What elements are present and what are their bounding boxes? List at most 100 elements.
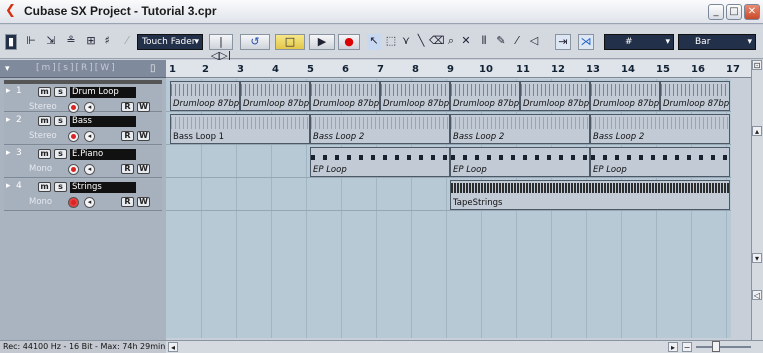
track-name[interactable]: Strings — [70, 182, 136, 193]
collapse-icon[interactable]: ▾ — [5, 64, 10, 74]
horizontal-scrollbar[interactable]: ◂ ▸ − — [166, 340, 763, 353]
audio-event-drumloop[interactable]: Drumloop 87bpm — [660, 81, 730, 111]
track-expand-icon[interactable]: ▸ — [6, 86, 11, 96]
global-track-buttons[interactable]: [m][s][R][W] — [36, 63, 117, 73]
solo-button[interactable]: s — [54, 149, 67, 159]
snap-button[interactable]: ⋊ — [578, 34, 594, 50]
scroll-right-icon[interactable]: ▸ — [668, 342, 678, 352]
mute-tool-icon[interactable]: ✕ — [459, 34, 473, 50]
monitor-button[interactable]: ◂ — [84, 131, 95, 142]
monitor-button[interactable]: ◂ — [84, 197, 95, 208]
record-enable-button[interactable] — [68, 164, 79, 175]
midi-part-ep-loop[interactable]: EP Loop — [450, 147, 590, 177]
write-automation-button[interactable]: W — [137, 102, 150, 112]
audio-event-drumloop[interactable]: Drumloop 87bpm — [310, 81, 380, 111]
track-4[interactable]: ▸ 4 m s Strings Mono ◂ R W — [4, 179, 162, 211]
draw-tool-icon[interactable]: ✎ — [494, 34, 508, 50]
glue-tool-icon[interactable]: ╲ — [414, 34, 428, 50]
speaker-tool-icon[interactable]: ◁ — [526, 34, 542, 50]
record-enable-button[interactable] — [68, 131, 79, 142]
close-button[interactable]: ✕ — [744, 4, 760, 20]
read-automation-button[interactable]: R — [121, 197, 134, 207]
record-button[interactable]: ● — [338, 34, 360, 50]
midi-part-ep-loop[interactable]: EP Loop — [310, 147, 450, 177]
write-automation-button[interactable]: W — [137, 197, 150, 207]
inspector-toggle-button[interactable]: ▮ — [5, 34, 17, 50]
play-button[interactable]: ▶ — [309, 34, 335, 50]
eraser-tool-icon[interactable]: ⌫ — [429, 34, 445, 50]
cycle-button[interactable]: ↺ — [240, 34, 270, 50]
maximize-button[interactable]: □ — [726, 4, 742, 20]
vertical-scrollbar[interactable]: ⊡ ▴ ▾ ◁ — [751, 60, 763, 340]
zoom-out-icon[interactable]: − — [682, 342, 692, 352]
solo-button[interactable]: s — [54, 87, 67, 97]
read-automation-button[interactable]: R — [121, 102, 134, 112]
minimize-button[interactable]: _ — [708, 4, 724, 20]
audio-event-tapestrings[interactable]: TapeStrings — [450, 180, 730, 210]
track-expand-icon[interactable]: ▸ — [6, 148, 11, 158]
midi-part-ep-loop[interactable]: EP Loop — [590, 147, 730, 177]
timeline-ruler[interactable]: 1 2 3 4 5 6 7 8 9 10 11 12 13 14 15 16 1… — [166, 60, 751, 78]
track-name[interactable]: Bass — [70, 116, 136, 127]
go-to-start-button[interactable]: |◁▷| — [209, 34, 233, 62]
track-channel: Mono — [29, 164, 53, 174]
mute-button[interactable]: m — [38, 116, 51, 126]
track-list-options-icon[interactable]: ▯ — [150, 63, 156, 74]
audio-event-drumloop[interactable]: Drumloop 87bpm — [520, 81, 590, 111]
scroll-down-icon[interactable]: ▾ — [752, 253, 762, 263]
audio-event-drumloop[interactable]: Drumloop 87bpm — [240, 81, 310, 111]
filter-icon[interactable]: ⇲ — [42, 34, 60, 50]
track-name[interactable]: Drum Loop — [70, 87, 136, 98]
grid-type-select[interactable]: # ▾ — [604, 34, 674, 50]
link-icon[interactable]: ≗ — [62, 34, 80, 50]
solo-button[interactable]: s — [54, 116, 67, 126]
monitor-button[interactable]: ◂ — [84, 164, 95, 175]
write-automation-button[interactable]: W — [137, 131, 150, 141]
midi-part-bass-loop-1[interactable]: Bass Loop 1 — [170, 114, 310, 144]
timewarp-tool-icon[interactable]: ⦀ — [475, 34, 493, 50]
audio-event-drumloop[interactable]: Drumloop 87bpm — [380, 81, 450, 111]
read-automation-button[interactable]: R — [121, 131, 134, 141]
editor-icon[interactable]: ⊞ — [82, 34, 100, 50]
mute-button[interactable]: m — [38, 149, 51, 159]
zoom-slider-handle[interactable] — [712, 341, 720, 352]
track-2[interactable]: ▸ 2 m s Bass Stereo ◂ R W — [4, 113, 162, 145]
ruler-options-icon[interactable]: ⊡ — [752, 60, 762, 70]
dropdown-arrow-icon: ▾ — [747, 37, 752, 47]
quantize-select[interactable]: Bar ▾ — [678, 34, 756, 50]
scroll-left-icon[interactable]: ◂ — [168, 342, 178, 352]
track-1[interactable]: ▸ 1 m s Drum Loop Stereo ◂ R W — [4, 80, 162, 113]
line-tool-icon[interactable]: ⁄ — [510, 34, 524, 50]
mute-button[interactable]: m — [38, 87, 51, 97]
track-expand-icon[interactable]: ▸ — [6, 181, 11, 191]
midi-part-bass-loop-2[interactable]: Bass Loop 2 — [450, 114, 590, 144]
arrangement-area[interactable]: Drumloop 87bpm Drumloop 87bpm Drumloop 8… — [166, 79, 731, 338]
record-enable-button[interactable] — [68, 197, 79, 208]
track-name[interactable]: E.Piano — [70, 149, 136, 160]
split-tool-icon[interactable]: ⋎ — [399, 34, 413, 50]
track-expand-icon[interactable]: ▸ — [6, 115, 11, 125]
scroll-up-icon[interactable]: ▴ — [752, 126, 762, 136]
write-automation-button[interactable]: W — [137, 164, 150, 174]
zoom-slider-icon[interactable]: ◁ — [752, 290, 762, 300]
midi-part-bass-loop-2[interactable]: Bass Loop 2 — [590, 114, 730, 144]
arrow-tool-icon[interactable]: ↖ — [367, 34, 381, 50]
automation-mode-select[interactable]: Touch Fader ▾ — [137, 34, 203, 50]
autoscroll-button[interactable]: ⇥ — [555, 34, 571, 50]
tempo-icon[interactable]: ♯ — [100, 34, 114, 50]
show-inspector-icon[interactable]: ⊩ — [22, 34, 40, 50]
audio-event-drumloop[interactable]: Drumloop 87bpm — [590, 81, 660, 111]
record-enable-button[interactable] — [68, 102, 79, 113]
zoom-slider[interactable] — [696, 346, 751, 348]
stop-button[interactable]: □ — [275, 34, 305, 50]
audio-event-drumloop[interactable]: Drumloop 87bpm — [170, 81, 240, 111]
range-tool-icon[interactable]: ⬚ — [384, 34, 398, 50]
track-3[interactable]: ▸ 3 m s E.Piano Mono ◂ R W — [4, 146, 162, 178]
zoom-tool-icon[interactable]: ⌕ — [444, 34, 458, 50]
audio-event-drumloop[interactable]: Drumloop 87bpm — [450, 81, 520, 111]
mute-button[interactable]: m — [38, 182, 51, 192]
read-automation-button[interactable]: R — [121, 164, 134, 174]
midi-part-bass-loop-2[interactable]: Bass Loop 2 — [310, 114, 450, 144]
monitor-button[interactable]: ◂ — [84, 102, 95, 113]
solo-button[interactable]: s — [54, 182, 67, 192]
